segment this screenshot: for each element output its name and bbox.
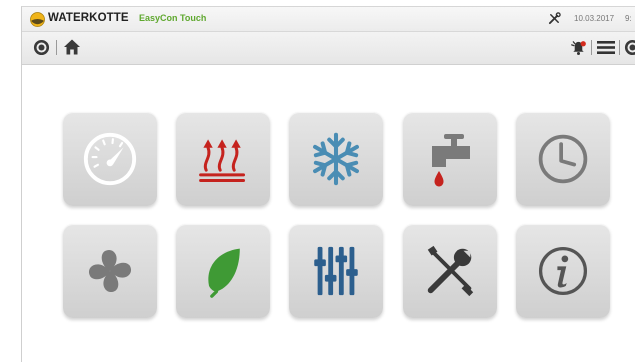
date-display: 10.03.2017 (574, 14, 614, 23)
nav-divider (591, 40, 592, 55)
menu-icon[interactable] (597, 40, 615, 55)
tile-heating[interactable] (176, 112, 270, 206)
tile-cooling[interactable] (289, 112, 383, 206)
product-name: EasyCon Touch (139, 13, 206, 23)
nav-divider (619, 40, 620, 55)
app-window: WATERKOTTE EasyCon Touch 10.03.2017 9: (21, 6, 635, 362)
water-tap-icon (422, 129, 478, 189)
tile-info[interactable] (516, 224, 610, 318)
tile-energy[interactable] (176, 224, 270, 318)
tile-ventilation[interactable] (63, 224, 157, 318)
snowflake-icon (307, 130, 365, 188)
waterkotte-logo-icon (30, 12, 45, 27)
heating-icon (195, 131, 251, 187)
nav-bar (22, 32, 635, 65)
target-icon[interactable] (33, 39, 50, 56)
tile-hot-water[interactable] (403, 112, 497, 206)
tools-icon[interactable] (548, 12, 561, 25)
clock-icon (535, 131, 591, 187)
tile-timer[interactable] (516, 112, 610, 206)
home-icon[interactable] (63, 38, 81, 56)
tile-settings[interactable] (289, 224, 383, 318)
brand-name: WATERKOTTE (48, 12, 129, 24)
gauge-icon (81, 130, 139, 188)
time-display: 9: (625, 14, 632, 23)
sliders-icon (310, 242, 362, 300)
tile-status[interactable] (63, 112, 157, 206)
leaf-icon (195, 242, 251, 300)
alarm-bell-icon[interactable] (570, 39, 587, 56)
info-icon (535, 243, 591, 299)
tools-icon (421, 242, 479, 300)
target-icon[interactable] (624, 39, 635, 56)
tile-service[interactable] (403, 224, 497, 318)
fan-icon (82, 243, 138, 299)
title-bar: WATERKOTTE EasyCon Touch 10.03.2017 9: (22, 7, 635, 32)
nav-divider (56, 40, 57, 55)
